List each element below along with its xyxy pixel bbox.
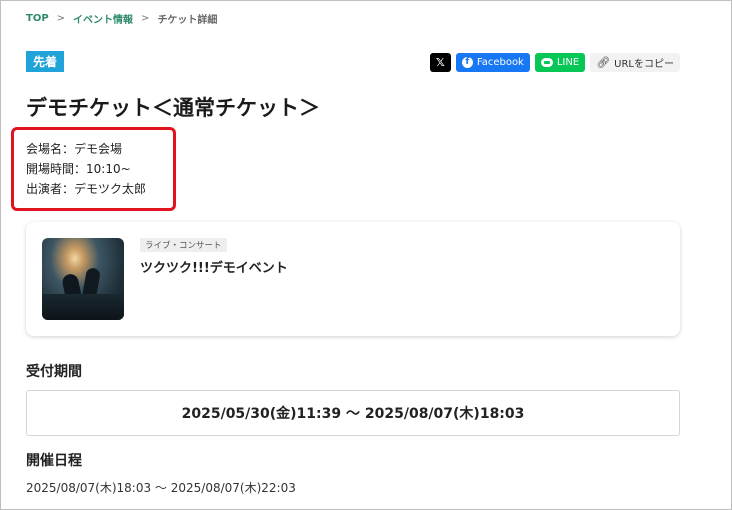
breadcrumb-separator: > [56, 13, 66, 24]
event-card[interactable]: ライブ・コンサート ツクツク!!!デモイベント [26, 222, 680, 336]
copy-url-label: URLをコピー [614, 59, 674, 70]
reception-heading: 受付期間 [26, 364, 82, 380]
share-buttons: 𝕏 f Facebook LINE 🔗︎ URLをコピー [429, 53, 680, 72]
breadcrumb-top-link[interactable]: TOP [26, 13, 49, 24]
breadcrumb: TOP > イベント情報 > チケット詳細 [26, 11, 217, 26]
ticket-title: デモチケット＜通常チケット＞ [26, 96, 320, 120]
share-line-button[interactable]: LINE [534, 53, 586, 72]
schedule-period: 2025/08/07(木)18:03 ～ 2025/08/07(木)22:03 [26, 481, 296, 495]
reception-period-box: 2025/05/30(金)11:39 ～ 2025/08/07(木)18:03 [26, 390, 680, 436]
line-icon [540, 58, 553, 67]
event-category-tag: ライブ・コンサート [140, 238, 227, 252]
event-name: ツクツク!!!デモイベント [140, 261, 288, 276]
breadcrumb-separator: > [141, 13, 150, 24]
share-line-label: LINE [556, 57, 580, 68]
first-come-badge: 先着 [26, 51, 65, 72]
share-facebook-button[interactable]: f Facebook [455, 53, 530, 72]
breadcrumb-event-info-link[interactable]: イベント情報 [73, 11, 133, 26]
breadcrumb-current: チケット詳細 [157, 15, 218, 26]
reception-period: 2025/05/30(金)11:39 ～ 2025/08/07(木)18:03 [181, 406, 525, 422]
share-x-button[interactable]: 𝕏 [429, 53, 451, 72]
event-thumbnail [42, 238, 124, 320]
share-facebook-label: Facebook [476, 57, 524, 68]
info-highlight-box [11, 127, 176, 211]
link-icon: 🔗︎ [596, 56, 611, 69]
x-icon: 𝕏 [435, 56, 445, 69]
copy-url-button[interactable]: 🔗︎ URLをコピー [590, 53, 680, 72]
schedule-heading: 開催日程 [26, 453, 82, 469]
facebook-icon: f [461, 57, 473, 68]
